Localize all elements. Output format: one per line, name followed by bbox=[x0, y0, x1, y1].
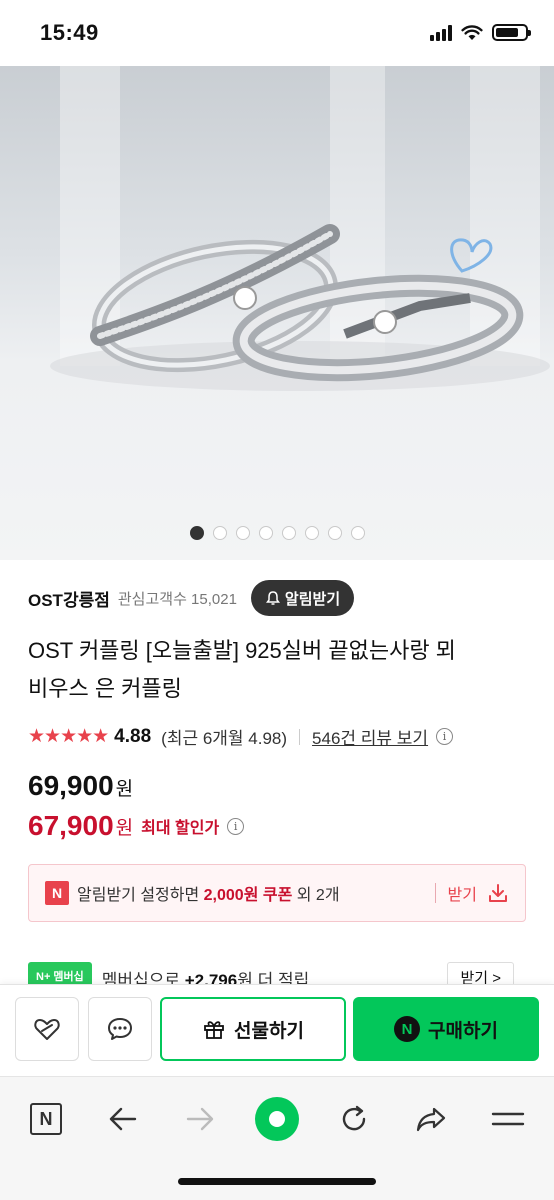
status-icons bbox=[430, 24, 531, 41]
naver-n-icon: N bbox=[45, 881, 69, 905]
home-indicator bbox=[178, 1178, 376, 1185]
buy-button-label: 구매하기 bbox=[428, 1020, 498, 1042]
original-price: 69,900 원 bbox=[28, 770, 133, 802]
coupon-divider bbox=[434, 883, 436, 903]
naver-home-icon: N bbox=[30, 1103, 62, 1135]
sale-price-label: 최대 할인가 bbox=[141, 820, 220, 837]
share-arrow-icon bbox=[416, 1107, 446, 1132]
menu-button[interactable] bbox=[486, 1097, 530, 1141]
product-title-line1: OST 커플링 [오늘출발] 925실버 끝없는사랑 뫼 bbox=[28, 638, 456, 663]
coupon-amount: 2,000원 쿠폰 bbox=[203, 887, 293, 904]
seller-name[interactable]: OST강릉점 bbox=[28, 586, 110, 611]
gift-button-label: 선물하기 bbox=[234, 1020, 304, 1042]
sale-info-icon[interactable]: i bbox=[227, 817, 245, 835]
buy-button[interactable]: N 구매하기 bbox=[353, 997, 539, 1061]
carousel-dot[interactable] bbox=[350, 526, 365, 540]
carousel-dot[interactable] bbox=[212, 526, 227, 540]
arrow-right-icon bbox=[186, 1107, 214, 1131]
refresh-button[interactable] bbox=[332, 1097, 376, 1141]
notification-button-label: 알림받기 bbox=[284, 590, 341, 608]
carousel-dot[interactable] bbox=[304, 526, 319, 540]
sale-price: 67,900 원 최대 할인가 i bbox=[28, 810, 245, 842]
chat-bubble-icon bbox=[108, 1018, 132, 1040]
talk-button[interactable] bbox=[88, 997, 152, 1061]
wifi-icon bbox=[461, 24, 483, 40]
green-dot-button[interactable] bbox=[255, 1097, 299, 1141]
product-title-line2: 비우스 은 커플링 bbox=[28, 676, 182, 701]
sale-price-value: 67,900 bbox=[28, 810, 114, 841]
gift-button[interactable]: 선물하기 bbox=[160, 997, 346, 1061]
download-icon[interactable] bbox=[487, 882, 509, 904]
gift-icon bbox=[204, 1021, 224, 1039]
coupon-get-button[interactable]: 받기 bbox=[448, 881, 477, 905]
original-price-unit: 원 bbox=[115, 779, 134, 800]
reviews-link[interactable]: 546건 리뷰 보기 bbox=[312, 724, 428, 749]
heart-icon bbox=[34, 1019, 60, 1040]
purchase-action-bar: 선물하기 N 구매하기 bbox=[0, 984, 554, 1076]
back-button[interactable] bbox=[101, 1097, 145, 1141]
green-dot-icon bbox=[255, 1097, 299, 1141]
rating-stars: ★★★★★ bbox=[28, 726, 109, 747]
carousel-dot[interactable] bbox=[258, 526, 273, 540]
rating-score: 4.88 bbox=[114, 725, 152, 747]
status-time: 15:49 bbox=[40, 20, 99, 45]
status-bar: 15:49 bbox=[0, 0, 554, 66]
rating-divider bbox=[299, 728, 301, 745]
hamburger-menu-icon bbox=[491, 1112, 525, 1126]
battery-icon bbox=[492, 24, 531, 41]
naver-pay-icon: N bbox=[394, 1016, 421, 1042]
product-photo-rings bbox=[50, 224, 550, 391]
rating-recent: (최근 6개월 4.98) bbox=[161, 729, 288, 748]
notification-button[interactable]: 알림받기 bbox=[250, 580, 355, 616]
carousel-dot[interactable] bbox=[189, 526, 204, 540]
product-image-carousel[interactable] bbox=[0, 66, 554, 560]
cellular-signal-icon bbox=[430, 24, 452, 41]
naver-home-button[interactable]: N bbox=[24, 1097, 68, 1141]
coupon-message: 알림받기 설정하면 2,000원 쿠폰 외 2개 bbox=[77, 881, 340, 905]
carousel-dots bbox=[0, 526, 554, 540]
carousel-dot[interactable] bbox=[281, 526, 296, 540]
forward-button[interactable] bbox=[178, 1097, 222, 1141]
product-title: OST 커플링 [오늘출발] 925실버 끝없는사랑 뫼 비우스 은 커플링 bbox=[28, 632, 528, 708]
sale-price-unit: 원 bbox=[115, 817, 134, 839]
carousel-dot[interactable] bbox=[235, 526, 250, 540]
coupon-msg-prefix: 알림받기 설정하면 bbox=[77, 887, 204, 904]
rating-info-icon[interactable]: i bbox=[436, 728, 454, 745]
arrow-left-icon bbox=[109, 1107, 137, 1131]
seller-row: OST강릉점 관심고객수 15,021 알림받기 bbox=[28, 580, 526, 616]
wishlist-button[interactable] bbox=[15, 997, 79, 1061]
bell-plus-icon bbox=[265, 591, 280, 605]
coupon-banner[interactable]: N 알림받기 설정하면 2,000원 쿠폰 외 2개 받기 bbox=[28, 864, 526, 922]
share-button[interactable] bbox=[409, 1097, 453, 1141]
seller-followers: 관심고객수 15,021 bbox=[117, 590, 237, 608]
carousel-dot[interactable] bbox=[327, 526, 342, 540]
original-price-value: 69,900 bbox=[28, 770, 114, 801]
coupon-msg-suffix: 외 2개 bbox=[292, 887, 340, 904]
rating-row: ★★★★★ 4.88 (최근 6개월 4.98) 546건 리뷰 보기 i bbox=[28, 724, 454, 749]
refresh-icon bbox=[342, 1105, 366, 1131]
